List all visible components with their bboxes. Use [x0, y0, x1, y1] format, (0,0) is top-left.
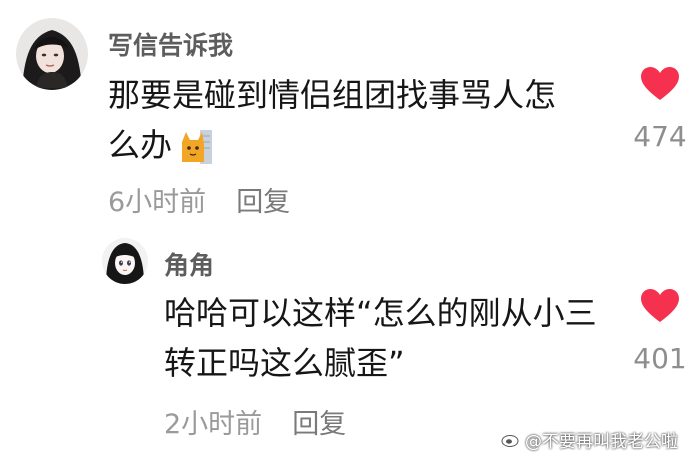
- avatar[interactable]: [16, 18, 88, 90]
- reply-username[interactable]: 角角: [164, 246, 214, 282]
- comment-timestamp: 6小时前: [108, 187, 207, 218]
- reply-meta: 2小时前 回复: [164, 402, 346, 441]
- like-count: 401: [633, 342, 687, 375]
- user-avatar-anime: [102, 238, 148, 284]
- like-count: 474: [633, 120, 687, 153]
- reply-timestamp: 2小时前: [164, 409, 263, 440]
- watermark-text: @不要再叫我老公啦: [525, 431, 678, 452]
- comment-username[interactable]: 写信告诉我: [108, 26, 233, 62]
- avatar[interactable]: [102, 238, 148, 284]
- comment-text-line: 么办: [108, 120, 608, 170]
- comment-text-line: 那要是碰到情侣组团找事骂人怎: [108, 76, 557, 114]
- like-button[interactable]: 474: [620, 66, 690, 153]
- reply-text-line: 转正吗这么腻歪”: [164, 344, 405, 382]
- comment-text: 那要是碰到情侣组团找事骂人怎 么办: [108, 70, 608, 170]
- comment-text-fragment: 么办: [108, 126, 173, 164]
- reply-button[interactable]: 回复: [292, 409, 346, 440]
- comment-meta: 6小时前 回复: [108, 180, 290, 219]
- heart-icon: [641, 289, 679, 322]
- user-avatar-photo: [16, 18, 88, 90]
- reply-button[interactable]: 回复: [236, 187, 290, 218]
- comment-item: 写信告诉我 那要是碰到情侣组团找事骂人怎 么办 6小时前 回复 474: [0, 0, 690, 230]
- like-button[interactable]: 401: [620, 288, 690, 375]
- reply-item: 角角 哈哈可以这样“怎么的刚从小三 转正吗这么腻歪” 2小时前 回复 401: [0, 230, 690, 460]
- heart-icon: [641, 67, 679, 100]
- weibo-icon: [501, 431, 521, 452]
- cat-emoji-icon: [180, 128, 214, 166]
- watermark: @不要再叫我老公啦: [501, 427, 678, 453]
- reply-text-line: 哈哈可以这样“怎么的刚从小三: [164, 294, 597, 332]
- reply-text: 哈哈可以这样“怎么的刚从小三 转正吗这么腻歪”: [164, 288, 624, 388]
